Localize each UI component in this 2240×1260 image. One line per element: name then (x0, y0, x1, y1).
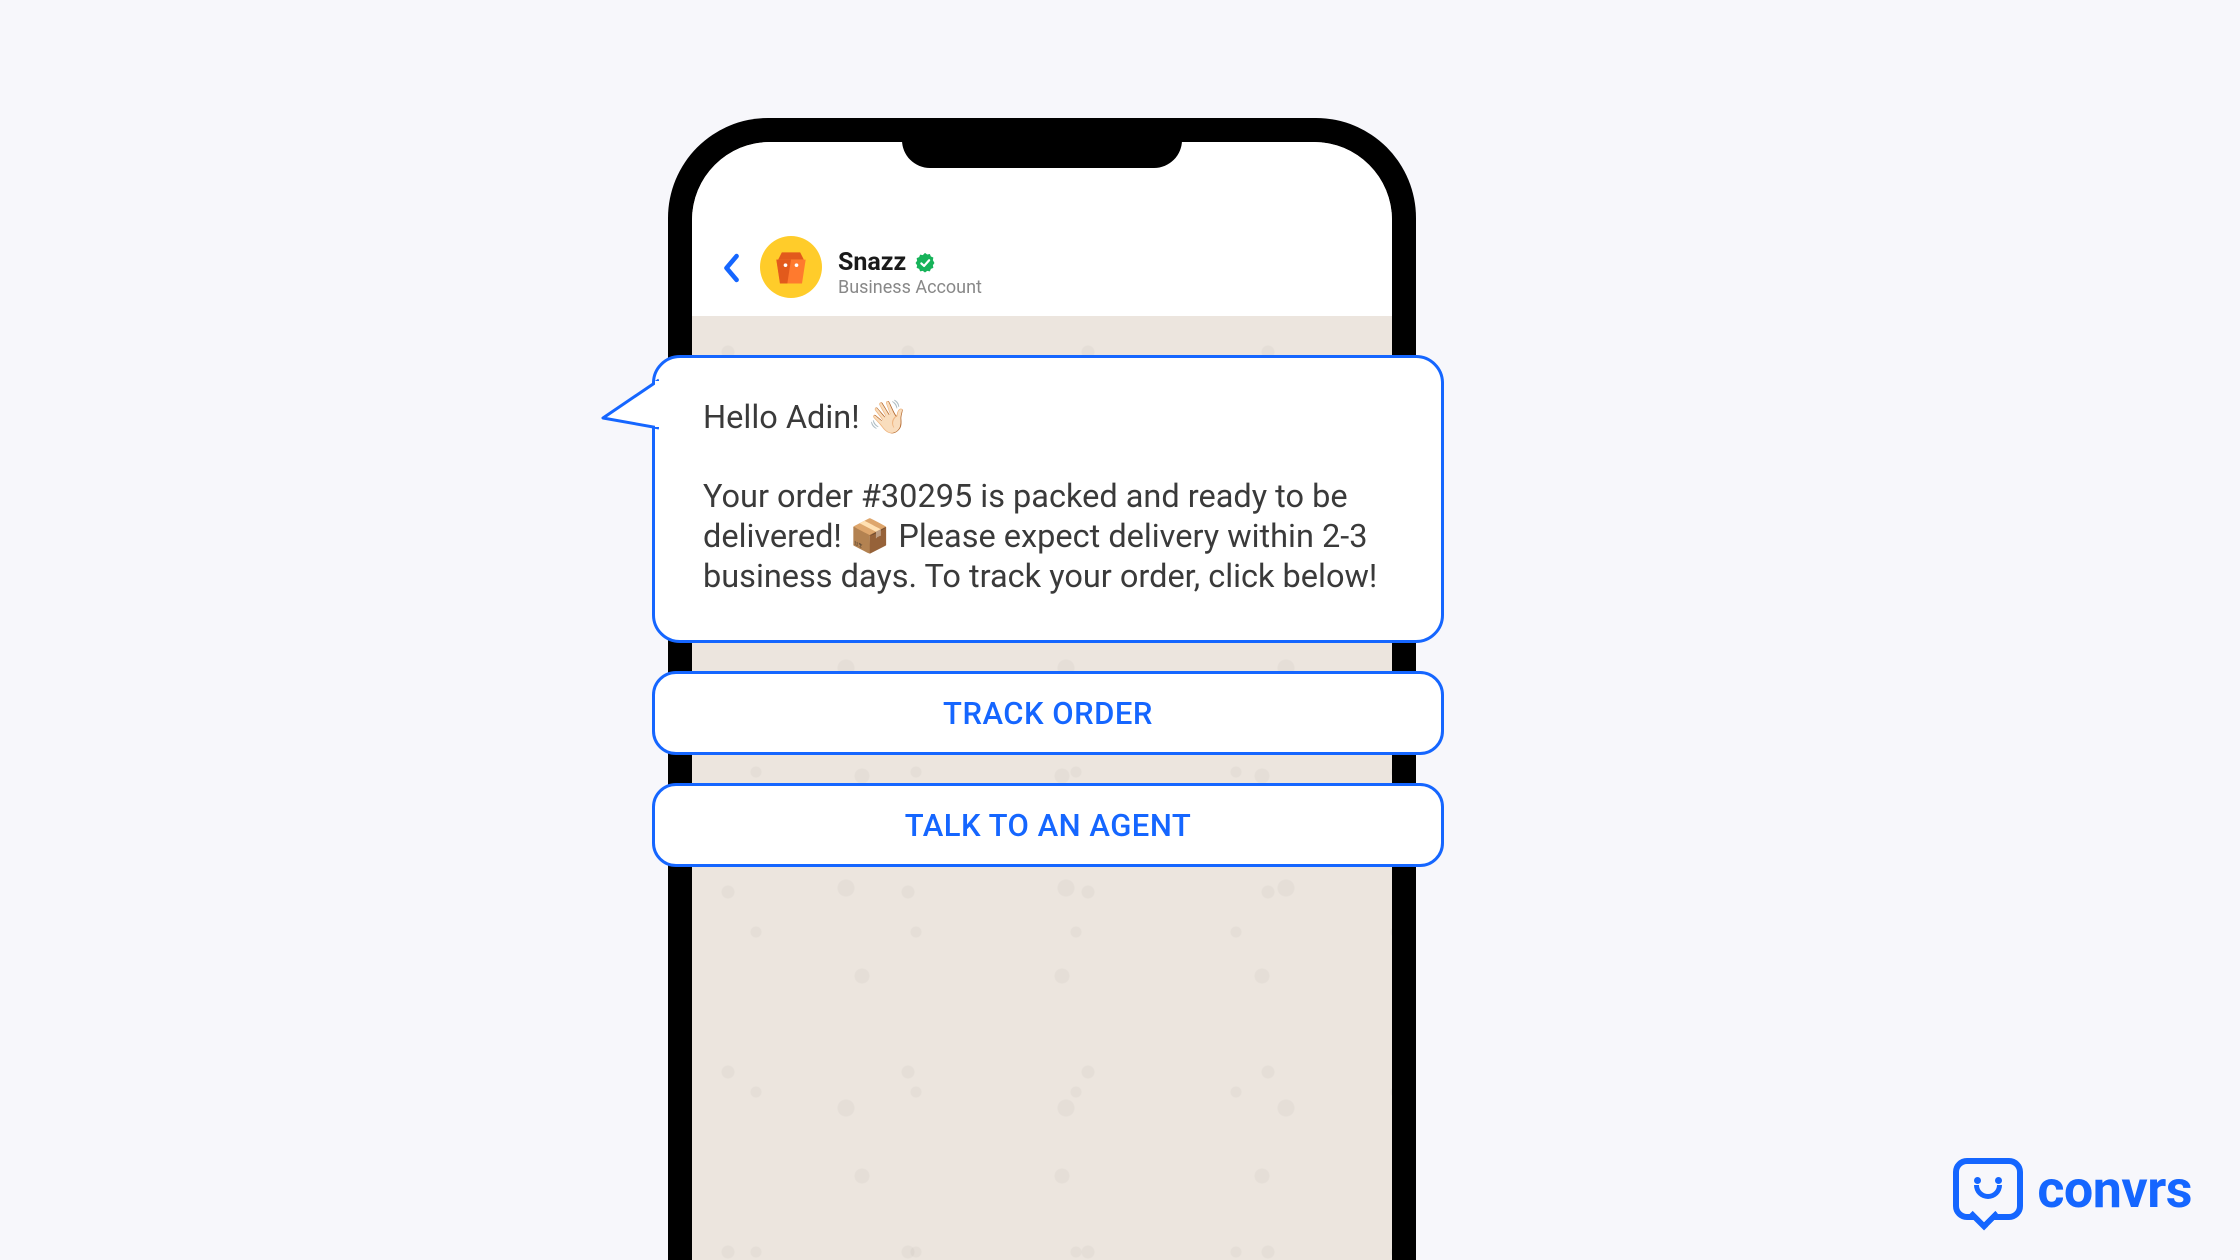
talk-to-agent-label: TALK TO AN AGENT (905, 807, 1192, 844)
message-bubble: Hello Adin! 👋🏻 Your order #30295 is pack… (652, 355, 1444, 643)
brand-name: convrs (2037, 1159, 2192, 1220)
message-body: Your order #30295 is packed and ready to… (703, 477, 1377, 594)
header-text-block: Snazz Business Account (838, 248, 982, 298)
message-group: Hello Adin! 👋🏻 Your order #30295 is pack… (652, 355, 1444, 867)
header-name-row: Snazz (838, 248, 982, 277)
message-greeting: Hello Adin! 👋🏻 (703, 398, 908, 436)
chevron-left-icon (721, 253, 743, 283)
business-name: Snazz (838, 248, 906, 277)
chat-bubble-icon (1953, 1158, 2023, 1220)
track-order-button[interactable]: TRACK ORDER (652, 671, 1444, 755)
smiley-icon (1970, 1175, 2006, 1203)
track-order-label: TRACK ORDER (943, 695, 1153, 732)
business-avatar[interactable] (760, 236, 822, 298)
chat-header: Snazz Business Account (692, 142, 1392, 316)
phone-notch (902, 118, 1182, 168)
verified-badge-icon (914, 252, 936, 274)
back-button[interactable] (710, 246, 754, 290)
shopping-bag-icon (769, 245, 813, 289)
convrs-logo: convrs (1953, 1158, 2192, 1220)
business-subtitle: Business Account (838, 277, 982, 298)
stage: Snazz Business Account (0, 0, 2240, 1260)
message-text: Hello Adin! 👋🏻 Your order #30295 is pack… (703, 398, 1393, 596)
talk-to-agent-button[interactable]: TALK TO AN AGENT (652, 783, 1444, 867)
